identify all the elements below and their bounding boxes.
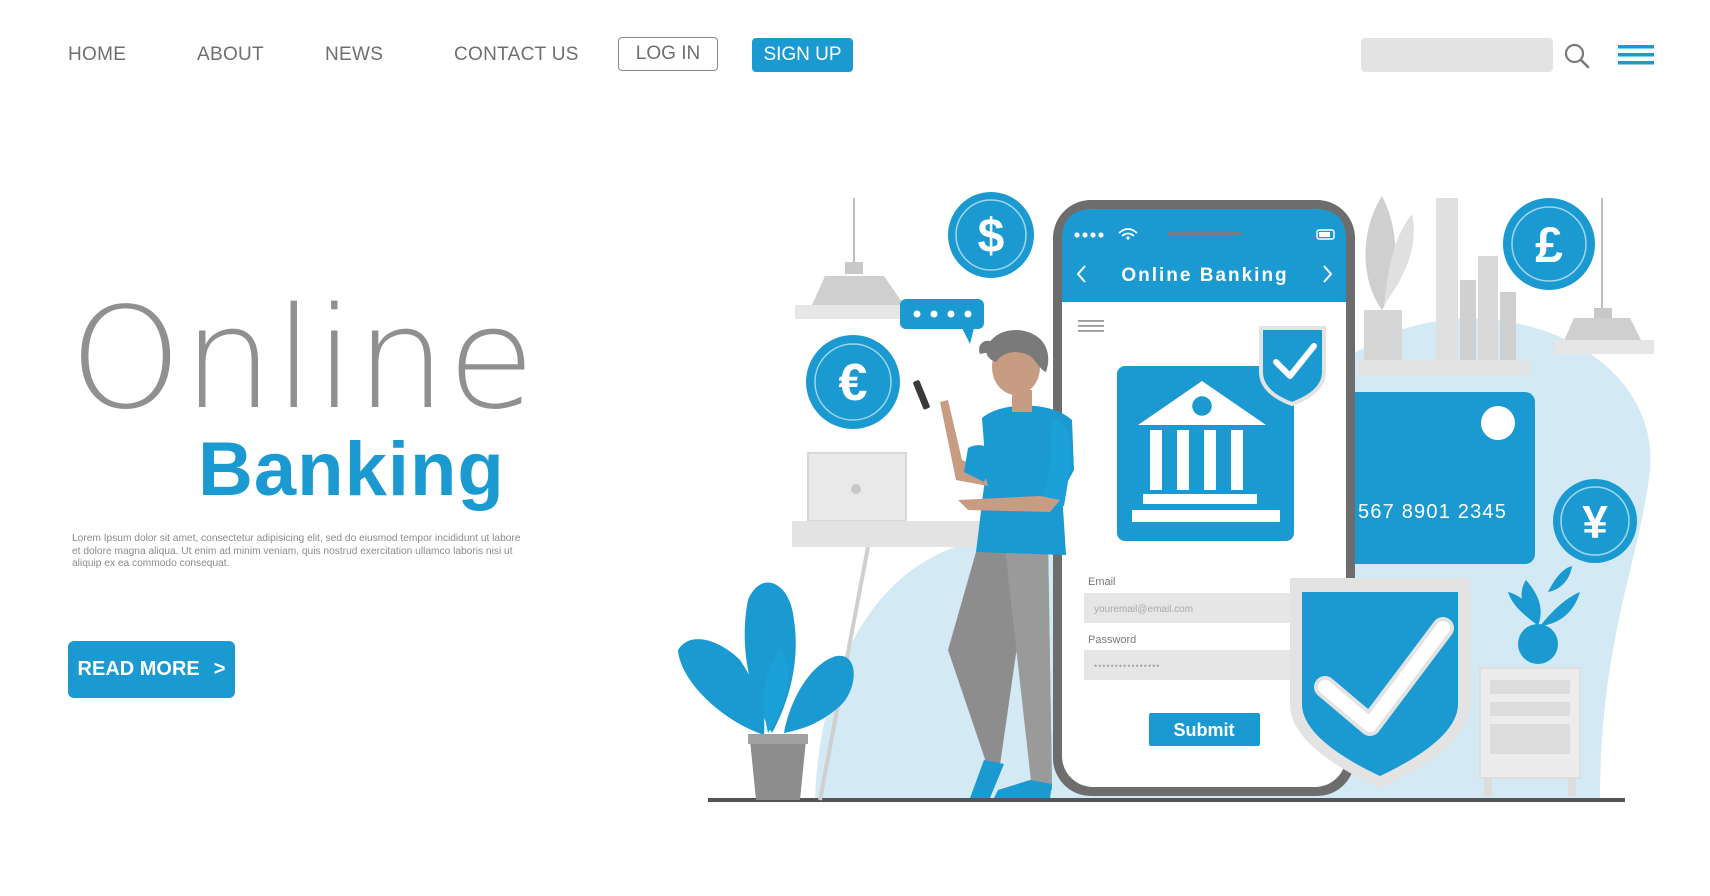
yen-coin-icon: ¥	[1553, 479, 1637, 563]
hero-title-banking: Banking	[198, 427, 505, 512]
hanging-lamp-left	[795, 198, 904, 319]
side-table	[1479, 667, 1581, 796]
pound-symbol: £	[1535, 217, 1563, 273]
bookshelf	[1358, 196, 1530, 376]
hamburger-menu-icon[interactable]	[1618, 44, 1654, 66]
nav-contact-link[interactable]: CONTACT US	[454, 44, 579, 66]
chat-bubble-icon	[900, 299, 984, 344]
nav-news-link[interactable]: NEWS	[325, 44, 383, 66]
online-banking-illustration: 567 8901 2345 $ € £ ¥ Online Banking Ema…	[678, 192, 1654, 802]
login-button[interactable]: LOG IN	[618, 37, 718, 71]
pound-coin-icon: £	[1503, 198, 1595, 290]
password-field-placeholder: ••••••••••••••••	[1094, 661, 1160, 671]
signup-button[interactable]: SIGN UP	[752, 38, 853, 72]
email-field-label: Email	[1088, 576, 1116, 588]
dollar-symbol: $	[978, 210, 1005, 263]
search-icon[interactable]	[1563, 42, 1591, 70]
top-navigation: HOME ABOUT NEWS CONTACT US LOG IN SIGN U…	[0, 0, 1710, 110]
hero-title-online: Online	[69, 278, 537, 441]
card-number-text: 567 8901 2345	[1358, 501, 1507, 523]
email-field-placeholder: youremail@email.com	[1094, 604, 1193, 615]
app-menu-icon	[1078, 320, 1104, 332]
signup-label: SIGN UP	[763, 44, 842, 65]
read-more-label: READ MORE	[77, 658, 200, 680]
password-field-label: Password	[1088, 634, 1136, 646]
phone-header-title: Online Banking	[1121, 265, 1288, 286]
submit-label: Submit	[1174, 720, 1235, 740]
yen-symbol: ¥	[1582, 496, 1608, 548]
dollar-coin-icon: $	[948, 192, 1034, 278]
hero-description: Lorem Ipsum dolor sit amet, consectetur …	[72, 533, 521, 569]
login-label: LOG IN	[635, 43, 701, 64]
search-input[interactable]	[1361, 38, 1553, 72]
nav-home-link[interactable]: HOME	[68, 44, 126, 66]
euro-coin-icon: €	[806, 335, 900, 429]
bank-building-icon	[1117, 366, 1294, 541]
nav-about-link[interactable]: ABOUT	[197, 44, 264, 66]
chevron-right-icon: >	[213, 658, 226, 680]
small-shield-check-icon	[1259, 326, 1326, 407]
read-more-button[interactable]: READ MORE >	[68, 641, 235, 698]
euro-symbol: €	[839, 354, 868, 412]
